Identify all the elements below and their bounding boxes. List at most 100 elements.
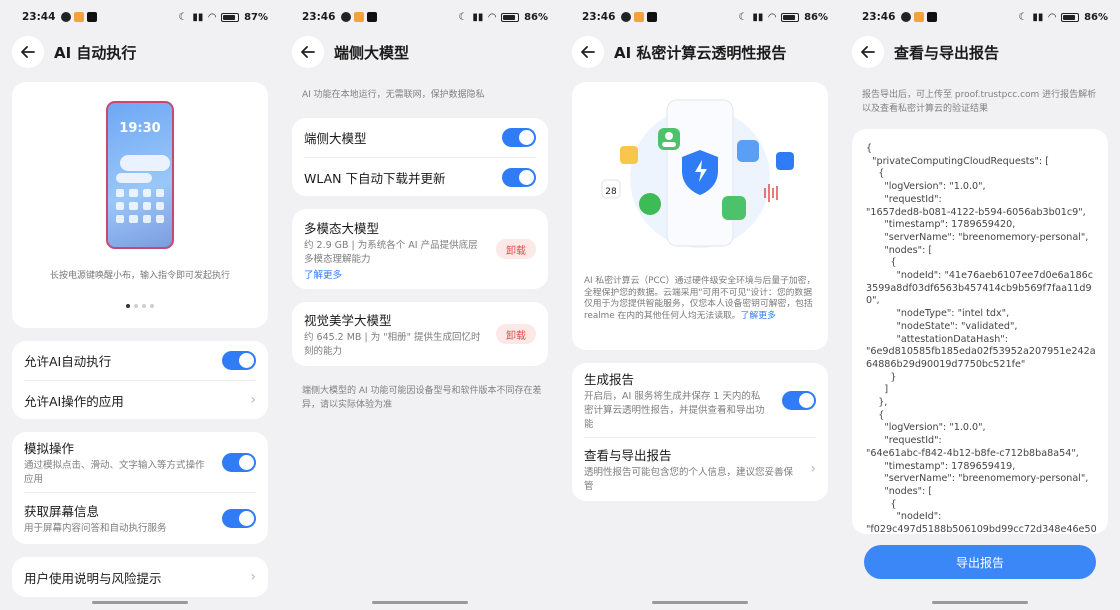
generate-report-sub: 开启后，AI 服务将生成并保存 1 天内的私密计算云透明性报告，并提供查看和导出… (584, 390, 765, 430)
phone-ai-auto-exec: 23:44 ☾ ▮▮ ◠ 87% AI 自动执行 19:30 长按电源键唤醒小布… (0, 0, 280, 610)
allow-ai-exec-toggle[interactable] (222, 351, 256, 370)
multimodal-sub: 约 2.9 GB | 为系统各个 AI 产品提供底层多模态理解能力 (304, 239, 478, 265)
pcc-illustration: 28 (601, 99, 794, 248)
back-button[interactable] (852, 36, 884, 68)
screen-info-sub: 用于屏幕内容问答和自动执行服务 (24, 522, 167, 534)
pcc-info-card: 28 AI 私密计算云（PCC）通过硬件级安全环境与后量子加密，全程保护您的数据… (572, 82, 828, 350)
allow-ai-exec-row[interactable]: 允许AI自动执行 (12, 341, 268, 380)
wifi-icon: ◠ (768, 11, 777, 23)
uninstall-visual-button[interactable]: 卸载 (496, 324, 536, 344)
generate-report-row[interactable]: 生成报告 开启后，AI 服务将生成并保存 1 天内的私密计算云透明性报告，并提供… (572, 363, 828, 437)
page-title: 端侧大模型 (334, 43, 410, 62)
pcc-description: AI 私密计算云（PCC）通过硬件级安全环境与后量子加密，全程保护您的数据。云端… (584, 276, 818, 322)
preview-clock: 19:30 (119, 121, 161, 136)
status-time: 23:44 (22, 11, 56, 23)
phone-preview-illustration: 19:30 (106, 101, 174, 249)
home-indicator[interactable] (652, 601, 748, 604)
status-bar: 23:44 ☾ ▮▮ ◠ 87% (0, 0, 280, 34)
view-export-sub: 透明性报告可能包含您的个人信息，建议您妥善保管 (584, 466, 794, 492)
uninstall-multimodal-button[interactable]: 卸载 (496, 239, 536, 259)
view-export-label: 查看与导出报告 (584, 447, 672, 463)
page-title: AI 自动执行 (54, 43, 137, 62)
status-right: ☾ ▮▮ ◠ 86% (738, 12, 828, 23)
tiktok-icon (367, 12, 378, 22)
simulate-label: 模拟操作 (24, 440, 75, 456)
moon-icon: ☾ (738, 11, 748, 23)
back-arrow-icon (21, 46, 35, 58)
status-right: ☾ ▮▮ ◠ 86% (1018, 12, 1108, 23)
simulate-sub: 通过模拟点击、滑动、文字输入等方式操作应用 (24, 459, 205, 485)
status-bar: 23:46 ☾ ▮▮ ◠ 86% (840, 0, 1120, 34)
preview-caption: 长按电源键唤醒小布，输入指令即可发起执行 (49, 271, 230, 281)
on-device-model-toggle[interactable] (502, 128, 536, 147)
page-header: 端侧大模型 (292, 36, 548, 68)
visual-label: 视觉美学大模型 (304, 312, 392, 328)
battery-percent: 86% (1084, 11, 1108, 23)
status-bar: 23:46 ☾ ▮▮ ◠ 86% (280, 0, 560, 34)
allow-ai-exec-label: 允许AI自动执行 (24, 354, 112, 369)
wechat-icon (639, 193, 661, 215)
status-time: 23:46 (582, 11, 616, 23)
multimodal-label: 多模态大模型 (304, 220, 380, 236)
simulate-toggle[interactable] (222, 452, 256, 472)
wifi-icon: ◠ (208, 11, 217, 23)
chevron-right-icon: › (810, 461, 816, 477)
battery-percent: 86% (804, 11, 828, 23)
notification-app-icon (74, 12, 85, 22)
intro-text: AI 功能在本地运行，无需联网，保护数据隐私 (302, 90, 485, 100)
home-indicator[interactable] (92, 601, 188, 604)
carousel-dots[interactable] (12, 304, 268, 308)
generate-report-toggle[interactable] (782, 390, 816, 410)
status-time: 23:46 (862, 11, 896, 23)
view-export-row[interactable]: 查看与导出报告 透明性报告可能包含您的个人信息，建议您妥善保管 › (572, 438, 828, 500)
multimodal-row: 多模态大模型 约 2.9 GB | 为系统各个 AI 产品提供底层多模态理解能力… (292, 209, 548, 289)
screen-info-row[interactable]: 获取屏幕信息 用于屏幕内容问答和自动执行服务 (12, 493, 268, 543)
phone-pcc-report: 23:46 ☾ ▮▮ ◠ 86% AI 私密计算云透明性报告 28 AI 私密计… (560, 0, 840, 610)
notes-icon (620, 146, 638, 164)
report-settings-card: 生成报告 开启后，AI 服务将生成并保存 1 天内的私密计算云透明性报告，并提供… (572, 363, 828, 501)
back-button[interactable] (572, 36, 604, 68)
on-device-model-row[interactable]: 端侧大模型 (292, 118, 548, 157)
pcc-description-text: AI 私密计算云（PCC）通过硬件级安全环境与后量子加密，全程保护您的数据。云端… (584, 276, 816, 321)
chevron-right-icon: › (250, 569, 256, 585)
allowed-apps-label: 允许AI操作的应用 (24, 393, 124, 409)
tiktok-icon (927, 12, 938, 22)
report-json-viewer[interactable]: { "privateComputingCloudRequests": [ { "… (852, 129, 1108, 534)
home-indicator[interactable] (372, 601, 468, 604)
qq-icon (61, 12, 72, 22)
moon-icon: ☾ (458, 11, 468, 23)
page-header: 查看与导出报告 (852, 36, 1108, 68)
learn-more-link[interactable]: 了解更多 (304, 267, 486, 281)
qq-icon (341, 12, 352, 22)
preview-app-grid (116, 189, 164, 223)
usage-notes-row[interactable]: 用户使用说明与风险提示 › (12, 557, 268, 597)
learn-more-link[interactable]: 了解更多 (741, 311, 776, 321)
messages-icon (722, 196, 746, 220)
notification-app-icon (634, 12, 645, 22)
battery-percent: 86% (524, 11, 548, 23)
wlan-update-row[interactable]: WLAN 下自动下载并更新 (292, 158, 548, 196)
moon-icon: ☾ (1018, 11, 1028, 23)
screenshot-collage: 23:44 ☾ ▮▮ ◠ 87% AI 自动执行 19:30 长按电源键唤醒小布… (0, 0, 1120, 610)
signal-icon: ▮▮ (752, 11, 764, 23)
moon-icon: ☾ (178, 11, 188, 23)
simulate-row[interactable]: 模拟操作 通过模拟点击、滑动、文字输入等方式操作应用 (12, 432, 268, 492)
wlan-update-toggle[interactable] (502, 167, 536, 187)
preview-bubble-small (116, 173, 152, 183)
tiktok-icon (647, 12, 658, 22)
back-button[interactable] (292, 36, 324, 68)
generate-report-label: 生成报告 (584, 371, 635, 387)
page-title: AI 私密计算云透明性报告 (614, 43, 787, 62)
gallery-icon (737, 140, 759, 162)
multimodal-card: 多模态大模型 约 2.9 GB | 为系统各个 AI 产品提供底层多模态理解能力… (292, 209, 548, 289)
wifi-icon: ◠ (1048, 11, 1057, 23)
on-device-model-label: 端侧大模型 (304, 131, 367, 146)
back-button[interactable] (12, 36, 44, 68)
home-indicator[interactable] (932, 601, 1028, 604)
visual-sub: 约 645.2 MB | 为 "相册" 提供生成回忆时刻的能力 (304, 331, 481, 357)
notification-icons (341, 12, 378, 22)
allowed-apps-row[interactable]: 允许AI操作的应用 › (12, 381, 268, 419)
usage-notes-card[interactable]: 用户使用说明与风险提示 › (12, 557, 268, 597)
screen-info-toggle[interactable] (222, 508, 256, 528)
export-report-button[interactable]: 导出报告 (864, 545, 1096, 579)
